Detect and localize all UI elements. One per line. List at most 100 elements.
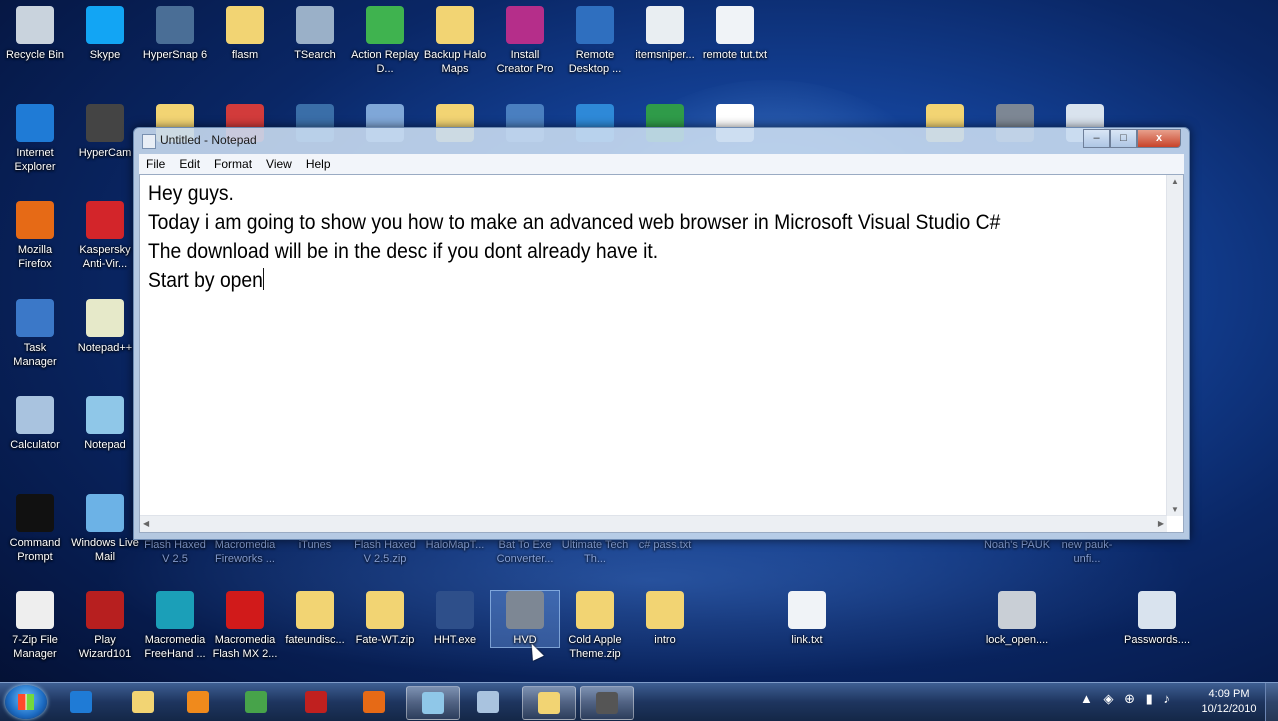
- desktop-icon[interactable]: Macromedia FreeHand ...: [141, 591, 209, 661]
- taskbar-button[interactable]: [462, 686, 514, 718]
- desktop-icon[interactable]: Mozilla Firefox: [1, 201, 69, 271]
- start-button[interactable]: [5, 685, 47, 719]
- close-button[interactable]: x: [1137, 129, 1181, 148]
- desktop-icon[interactable]: link.txt: [773, 591, 841, 647]
- firefox-icon: [16, 201, 54, 239]
- desktop-icon[interactable]: Play Wizard101: [71, 591, 139, 661]
- firefox-icon: [363, 691, 385, 713]
- desktop-icon-label[interactable]: c# pass.txt: [631, 538, 699, 552]
- desktop-icon[interactable]: HyperSnap 6: [141, 6, 209, 62]
- windows-start-icon: [18, 694, 34, 710]
- menu-view[interactable]: View: [259, 157, 299, 171]
- editor-content: Hey guys. Today i am going to show you ho…: [148, 179, 1000, 295]
- desktop-icon-label[interactable]: iTunes: [281, 538, 349, 552]
- desktop-icon-label: Command Prompt: [9, 537, 61, 563]
- desktop-icon-label[interactable]: Ultimate Tech Th...: [561, 538, 629, 566]
- desktop-icon[interactable]: Windows Live Mail: [71, 494, 139, 564]
- desktop-icon[interactable]: Macromedia Flash MX 2...: [211, 591, 279, 661]
- taskbar-button[interactable]: [117, 686, 169, 718]
- system-tray: ▲ ◈ ⊕ ▮ ♪: [1080, 691, 1177, 707]
- desktop-icon[interactable]: Backup Halo Maps: [421, 6, 489, 76]
- ie-icon: [16, 104, 54, 142]
- notepadpp-icon: [86, 299, 124, 337]
- scroll-up-arrow-icon[interactable]: ▲: [1171, 177, 1179, 186]
- menu-format[interactable]: Format: [207, 157, 259, 171]
- show-desktop-button[interactable]: [1265, 683, 1278, 721]
- hypersnap-icon: [156, 6, 194, 44]
- desktop-icon[interactable]: Command Prompt: [1, 494, 69, 564]
- desktop-icon[interactable]: flasm: [211, 6, 279, 62]
- desktop-icon[interactable]: Calculator: [1, 396, 69, 452]
- desktop-icon-label: intro: [654, 634, 676, 646]
- text-caret: [262, 268, 264, 290]
- minimize-button[interactable]: –: [1083, 129, 1110, 148]
- maximize-button[interactable]: □: [1110, 129, 1137, 148]
- explorer-icon: [132, 691, 154, 713]
- desktop-icon-label[interactable]: Bat To Exe Converter...: [491, 538, 559, 566]
- desktop-icon-label: Fate-WT.zip: [355, 634, 415, 646]
- folder-icon: [226, 6, 264, 44]
- horizontal-scrollbar[interactable]: ◀ ▶: [140, 515, 1167, 532]
- desktop-icon[interactable]: 7-Zip File Manager: [1, 591, 69, 661]
- taskbar-button[interactable]: [348, 686, 400, 718]
- desktop-icon[interactable]: Kaspersky Anti-Vir...: [71, 201, 139, 271]
- taskbar: ▲ ◈ ⊕ ▮ ♪ 4:09 PM 10/12/2010: [0, 682, 1278, 721]
- tray-app-icon[interactable]: ⊕: [1124, 691, 1135, 706]
- desktop-icon-label[interactable]: Flash Haxed V 2.5.zip: [351, 538, 419, 566]
- taskbar-button[interactable]: [406, 686, 460, 720]
- desktop-icon[interactable]: Task Manager: [1, 299, 69, 369]
- freehand-icon: [156, 591, 194, 629]
- taskbar-button[interactable]: [290, 686, 342, 718]
- text-line: Start by open: [148, 269, 263, 292]
- desktop-icon-label[interactable]: Macromedia Fireworks ...: [211, 538, 279, 566]
- desktop-icon[interactable]: Skype: [71, 6, 139, 62]
- desktop-icon-label: link.txt: [791, 634, 823, 646]
- desktop-icon-label[interactable]: HaloMapT...: [421, 538, 489, 552]
- install-creator-icon: [506, 6, 544, 44]
- tray-expand-icon[interactable]: ▲: [1080, 691, 1093, 706]
- notepad-window[interactable]: Untitled - Notepad – □ x File Edit Forma…: [133, 127, 1190, 540]
- taskbar-button[interactable]: [580, 686, 634, 720]
- desktop-icon[interactable]: Internet Explorer: [1, 104, 69, 174]
- taskbar-button[interactable]: [230, 686, 282, 718]
- menu-help[interactable]: Help: [299, 157, 338, 171]
- desktop-icon[interactable]: Install Creator Pro: [491, 6, 559, 76]
- menu-edit[interactable]: Edit: [172, 157, 207, 171]
- desktop-icon[interactable]: intro: [631, 591, 699, 647]
- taskbar-button[interactable]: [522, 686, 576, 720]
- scroll-left-arrow-icon[interactable]: ◀: [143, 519, 149, 528]
- vertical-scrollbar[interactable]: ▲ ▼: [1166, 175, 1183, 516]
- scroll-down-arrow-icon[interactable]: ▼: [1171, 505, 1179, 514]
- desktop-icon[interactable]: Fate-WT.zip: [351, 591, 419, 647]
- desktop-icon[interactable]: fateundisc...: [281, 591, 349, 647]
- clock[interactable]: 4:09 PM 10/12/2010: [1196, 687, 1262, 717]
- desktop-icon[interactable]: itemsniper...: [631, 6, 699, 62]
- desktop-icon[interactable]: Notepad: [71, 396, 139, 452]
- volume-icon[interactable]: ♪: [1163, 691, 1170, 706]
- desktop-icon[interactable]: HVD: [490, 590, 560, 648]
- desktop-icon-label[interactable]: Noah's PAUK: [983, 538, 1051, 552]
- text-editor[interactable]: Hey guys. Today i am going to show you ho…: [139, 174, 1184, 533]
- desktop-icon[interactable]: Recycle Bin: [1, 6, 69, 62]
- desktop-icon[interactable]: Action Replay D...: [351, 6, 419, 76]
- desktop-icon[interactable]: TSearch: [281, 6, 349, 62]
- desktop-icon[interactable]: Cold Apple Theme.zip: [561, 591, 629, 661]
- desktop-icon[interactable]: Passwords....: [1123, 591, 1191, 647]
- desktop-icon-label[interactable]: Flash Haxed V 2.5: [141, 538, 209, 566]
- desktop-icon[interactable]: Remote Desktop ...: [561, 6, 629, 76]
- taskbar-button[interactable]: [172, 686, 224, 718]
- desktop-icon[interactable]: HyperCam: [71, 104, 139, 160]
- desktop-icon-label: Internet Explorer: [14, 147, 56, 173]
- menu-file[interactable]: File: [139, 157, 172, 171]
- scroll-right-arrow-icon[interactable]: ▶: [1158, 519, 1164, 528]
- desktop-icon-label[interactable]: new pauk-unfi...: [1053, 538, 1121, 566]
- desktop-icon[interactable]: lock_open....: [983, 591, 1051, 647]
- network-icon[interactable]: ▮: [1146, 691, 1153, 706]
- desktop-icon[interactable]: HHT.exe: [421, 591, 489, 647]
- taskbar-button[interactable]: [55, 686, 107, 718]
- desktop-icon[interactable]: Notepad++: [71, 299, 139, 355]
- recycle-bin-icon: [16, 6, 54, 44]
- tray-app-icon[interactable]: ◈: [1104, 691, 1114, 706]
- desktop-icon[interactable]: remote tut.txt: [701, 6, 769, 62]
- desktop-icon-label: Passwords....: [1123, 634, 1191, 646]
